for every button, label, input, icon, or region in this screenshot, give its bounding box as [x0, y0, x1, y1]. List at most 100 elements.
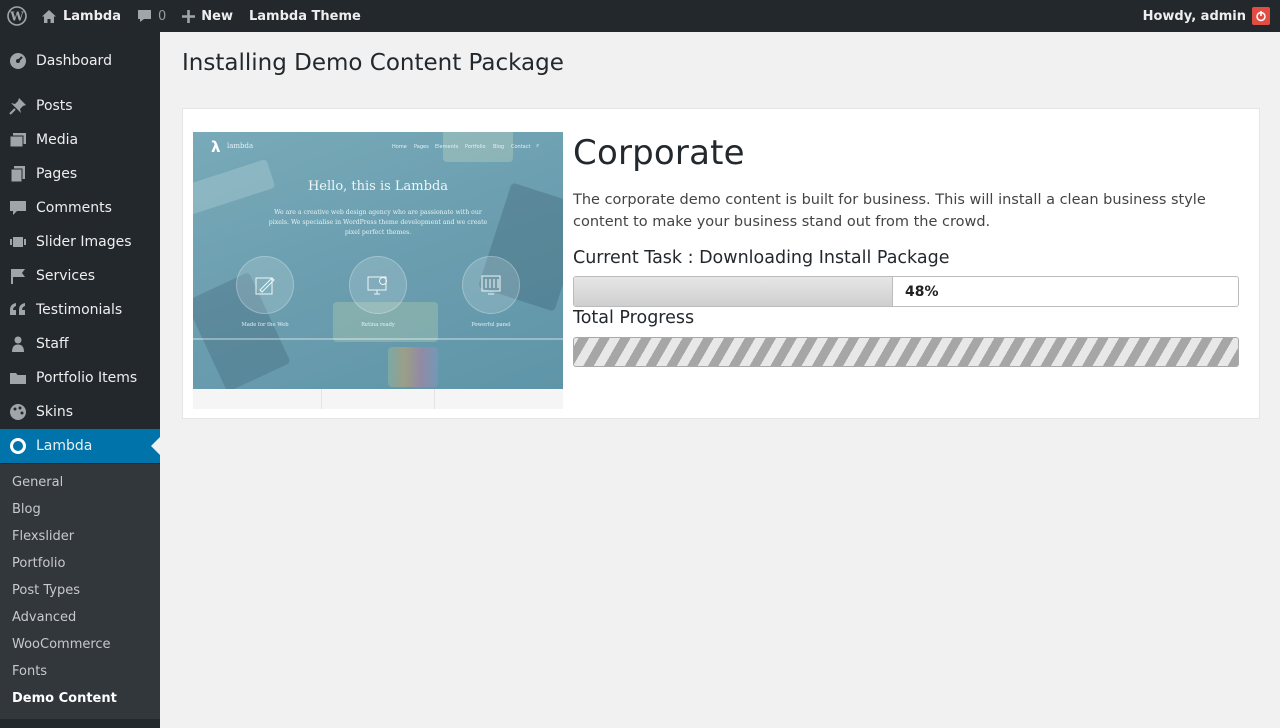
thumbnail-preview: λ lambda Home Pages Elements Portfolio B… [193, 132, 563, 393]
sidebar-item-label: Media [36, 132, 79, 148]
current-task-label: Current Task : Downloading Install Packa… [573, 248, 950, 268]
flag-icon [0, 267, 36, 285]
comment-icon [137, 9, 152, 23]
svg-text:W: W [9, 10, 24, 24]
sidebar-item-slider-images[interactable]: Slider Images [0, 225, 160, 259]
sidebar-item-posts[interactable]: Posts [0, 89, 160, 123]
submenu-item-portfolio[interactable]: Portfolio [12, 556, 65, 571]
total-progress-label: Total Progress [573, 308, 695, 328]
footer-divider [434, 389, 435, 409]
lambda-submenu: General Blog Flexslider Portfolio Post T… [0, 464, 160, 719]
feature-label: Retina ready [361, 322, 395, 328]
package-description: The corporate demo content is built for … [573, 192, 1206, 230]
thumb-nav-elements: Elements [435, 144, 459, 150]
lambda-logo-icon: λ [211, 138, 221, 156]
new-label: New [201, 8, 233, 24]
sidebar-item-services[interactable]: Services [0, 259, 160, 293]
new-content-link[interactable]: New [174, 0, 241, 32]
comments-count: 0 [158, 8, 167, 24]
site-name: Lambda [63, 8, 121, 24]
dashboard-icon [0, 52, 36, 70]
task-progress-bar: 48% [573, 276, 1239, 307]
comment-icon [0, 199, 36, 217]
thumb-nav-contact: Contact [511, 144, 531, 150]
folder-icon [0, 369, 36, 387]
task-progress-text: 48% [905, 284, 939, 300]
footer-divider [321, 389, 322, 409]
feature-label: Powerful panel [471, 322, 511, 328]
theme-label: Lambda Theme [249, 8, 361, 24]
color-swatch-shape [388, 347, 438, 387]
admin-sidebar: Dashboard Posts Media Pages Comments Sli… [0, 32, 160, 728]
sidebar-item-label: Lambda [36, 438, 93, 454]
thumb-intro: We are a creative web design agency who … [268, 209, 488, 236]
sidebar-item-label: Services [36, 268, 96, 284]
site-name-link[interactable]: Lambda [33, 0, 129, 32]
submenu-item-general[interactable]: General [12, 475, 63, 490]
submenu-item-woocommerce[interactable]: WooCommerce [12, 637, 111, 652]
feature-monitor-icon [349, 256, 407, 314]
media-icon [0, 131, 36, 149]
submenu-item-demo-content[interactable]: Demo Content [12, 691, 117, 706]
wordpress-icon: W [7, 6, 27, 26]
sidebar-item-label: Posts [36, 98, 73, 114]
user-icon [0, 335, 36, 353]
sidebar-item-media[interactable]: Media [0, 123, 160, 157]
total-progress-bar [573, 337, 1239, 367]
package-thumbnail: λ lambda Home Pages Elements Portfolio B… [193, 132, 563, 409]
page-title: Installing Demo Content Package [182, 50, 564, 76]
slides-icon [0, 233, 36, 251]
sidebar-item-label: Skins [36, 404, 74, 420]
sidebar-item-skins[interactable]: Skins [0, 395, 160, 429]
submenu-item-blog[interactable]: Blog [12, 502, 41, 517]
sidebar-item-comments[interactable]: Comments [0, 191, 160, 225]
thumb-brand: lambda [227, 142, 254, 150]
submenu-item-fonts[interactable]: Fonts [12, 664, 47, 679]
admin-bar: W Lambda 0 New Lambda Theme Howdy, admin [0, 0, 1280, 32]
wordpress-logo-button[interactable]: W [0, 0, 33, 32]
comments-link[interactable]: 0 [129, 0, 174, 32]
circle-icon [0, 437, 36, 455]
demo-package-card: λ lambda Home Pages Elements Portfolio B… [182, 108, 1260, 419]
task-progress-fill [574, 277, 893, 306]
quote-icon [0, 301, 36, 319]
sidebar-item-label: Slider Images [36, 234, 132, 250]
sidebar-item-lambda[interactable]: Lambda [0, 429, 160, 463]
sidebar-item-label: Pages [36, 166, 78, 182]
sidebar-item-label: Dashboard [36, 53, 112, 69]
plus-icon [182, 9, 196, 23]
sidebar-item-pages[interactable]: Pages [0, 157, 160, 191]
sidebar-item-testimonials[interactable]: Testimonials [0, 293, 160, 327]
pin-icon [0, 97, 36, 115]
thumb-nav-portfolio: Portfolio [465, 144, 486, 150]
avatar [1252, 7, 1270, 25]
divider-line [193, 338, 563, 340]
sidebar-item-dashboard[interactable]: Dashboard [0, 44, 160, 78]
feature-panel-icon [462, 256, 520, 314]
sidebar-item-label: Testimonials [36, 302, 123, 318]
sidebar-item-label: Portfolio Items [36, 370, 138, 386]
sidebar-item-staff[interactable]: Staff [0, 327, 160, 361]
howdy-text: Howdy, admin [1142, 8, 1246, 24]
submenu-item-flexslider[interactable]: Flexslider [12, 529, 74, 544]
pages-icon [0, 165, 36, 183]
package-title: Corporate [573, 133, 745, 173]
thumb-nav-home: Home [392, 144, 407, 150]
sidebar-item-portfolio-items[interactable]: Portfolio Items [0, 361, 160, 395]
submenu-item-advanced[interactable]: Advanced [12, 610, 76, 625]
thumb-nav-pages: Pages [414, 144, 429, 150]
thumb-search-icon: ⌕ [536, 142, 540, 149]
sidebar-item-label: Staff [36, 336, 69, 352]
feature-pencil-icon [236, 256, 294, 314]
thumb-nav-blog: Blog [493, 144, 505, 150]
thumbnail-footer [193, 389, 563, 409]
sidebar-item-label: Comments [36, 200, 112, 216]
power-icon [1256, 11, 1266, 22]
feature-label: Made for the Web [241, 322, 289, 328]
thumb-headline: Hello, this is Lambda [307, 179, 449, 194]
submenu-item-post-types[interactable]: Post Types [12, 583, 80, 598]
theme-link[interactable]: Lambda Theme [241, 0, 369, 32]
palette-icon [0, 403, 36, 421]
home-icon [41, 9, 57, 24]
account-menu[interactable]: Howdy, admin [1143, 7, 1280, 25]
